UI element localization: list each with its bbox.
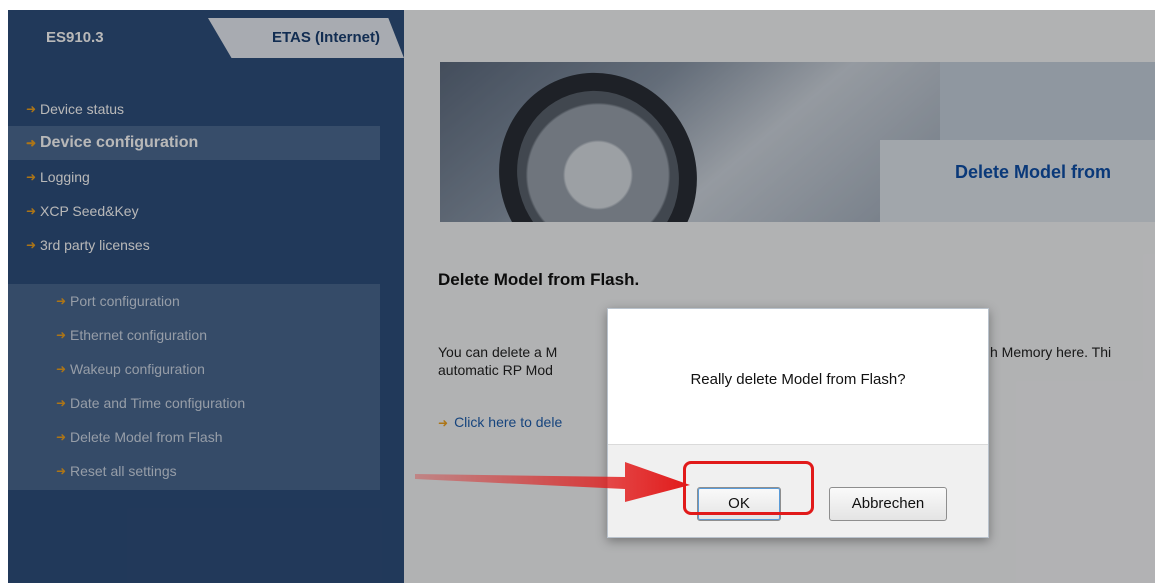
ok-highlight-box (683, 461, 814, 515)
red-arrow-icon (415, 462, 690, 502)
dialog-message: Really delete Model from Flash? (690, 371, 906, 388)
cancel-button[interactable]: Abbrechen (829, 487, 947, 521)
